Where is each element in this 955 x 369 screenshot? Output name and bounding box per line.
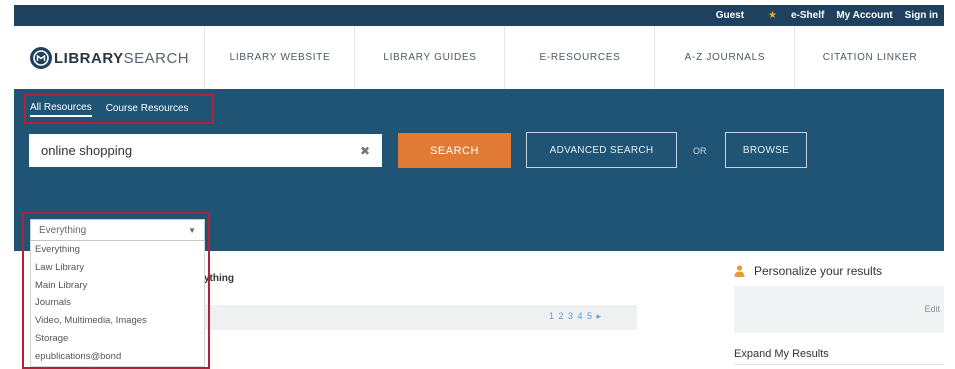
personalize-title: Personalize your results [754, 264, 883, 278]
advanced-search-button[interactable]: ADVANCED SEARCH [526, 132, 677, 168]
utility-bar: Guest ★ e-Shelf My Account Sign in [14, 5, 944, 26]
personalize-box: Edit [734, 286, 944, 333]
divider [734, 364, 944, 365]
search-input[interactable]: online shopping ✖ [29, 134, 382, 167]
guest-label: Guest [715, 10, 745, 21]
scope-tabs-highlight: All Resources Course Resources [24, 94, 214, 124]
eshelf-link[interactable]: ★ e-Shelf [756, 10, 824, 21]
tab-course-resources[interactable]: Course Resources [106, 103, 189, 116]
nav-a-z-journals[interactable]: A-Z JOURNALS [654, 26, 795, 89]
browse-button[interactable]: BROWSE [725, 132, 807, 168]
expand-results-title[interactable]: Expand My Results [734, 348, 829, 360]
tab-all-resources[interactable]: All Resources [30, 102, 92, 117]
my-account-link[interactable]: My Account [836, 10, 892, 21]
or-separator: OR [693, 146, 707, 156]
person-icon [734, 265, 745, 277]
nav-library-website[interactable]: LIBRARY WEBSITE [204, 26, 355, 89]
main-nav: LIBRARYSEARCH LIBRARY WEBSITE LIBRARY GU… [14, 26, 944, 90]
logo-icon [30, 47, 52, 69]
logo-text: LIBRARYSEARCH [54, 49, 190, 67]
star-icon: ★ [768, 10, 777, 21]
search-button[interactable]: SEARCH [398, 133, 511, 168]
sign-in-link[interactable]: Sign in [905, 10, 938, 21]
library-search-logo[interactable]: LIBRARYSEARCH [30, 46, 189, 70]
search-input-value: online shopping [41, 143, 133, 158]
edit-link[interactable]: Edit [924, 304, 940, 314]
dropdown-highlight [22, 212, 210, 369]
nav-library-guides[interactable]: LIBRARY GUIDES [354, 26, 505, 89]
nav-citation-linker[interactable]: CITATION LINKER [794, 26, 945, 89]
pagination[interactable]: 1 2 3 4 5 ▸ [549, 311, 602, 322]
nav-e-resources[interactable]: E-RESOURCES [504, 26, 655, 89]
clear-icon[interactable]: ✖ [360, 144, 370, 158]
